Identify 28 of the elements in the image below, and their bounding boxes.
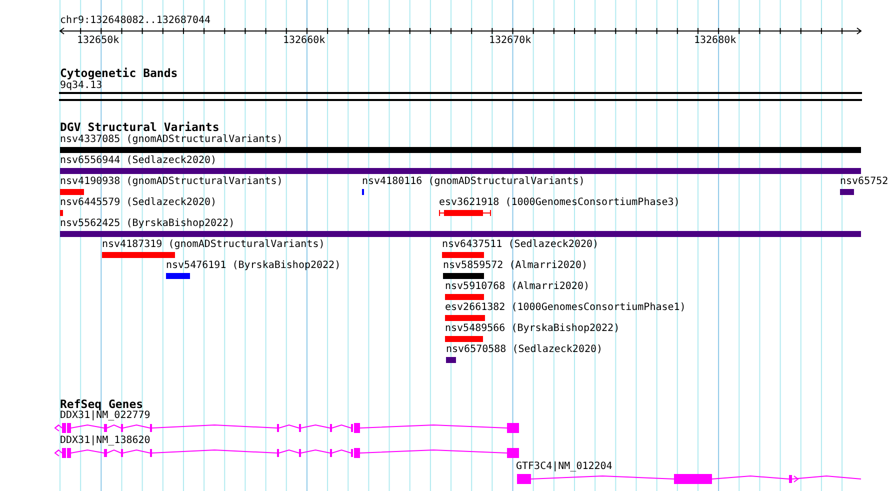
tick-label: 132670k: [489, 35, 532, 47]
variant-label: nsv5859572 (Almarri2020): [443, 260, 588, 272]
variant-label: nsv6445579 (Sedlazeck2020): [60, 197, 217, 209]
variant-label: nsv5562425 (ByrskaBishop2022): [60, 218, 235, 230]
variant-label: nsv5476191 (ByrskaBishop2022): [166, 260, 341, 272]
variant-label: nsv65752: [840, 176, 888, 188]
band-label: 9q34.13: [60, 80, 102, 92]
transcript-label: GTF3C4|NM_012204: [516, 461, 612, 473]
tick-label: 132680k: [694, 35, 736, 47]
transcript-label: DDX31|NM_022779: [60, 410, 150, 422]
variant-label: esv3621918 (1000GenomesConsortiumPhase3): [439, 197, 680, 209]
variant-label: nsv4180116 (gnomADStructuralVariants): [362, 176, 585, 188]
transcript-label: DDX31|NM_138620: [60, 435, 150, 447]
tick-label: 132660k: [283, 35, 326, 47]
track-title: DGV Structural Variants: [60, 121, 220, 133]
variant-label: nsv5489566 (ByrskaBishop2022): [445, 323, 620, 335]
track-title: RefSeq Genes: [60, 398, 144, 410]
variant-label: nsv4187319 (gnomADStructuralVariants): [102, 239, 325, 251]
variant-label: esv2661382 (1000GenomesConsortiumPhase1): [445, 302, 686, 314]
variant-label: nsv6556944 (Sedlazeck2020): [60, 155, 217, 167]
variant-label: nsv5910768 (Almarri2020): [445, 281, 590, 293]
track-title: Cytogenetic Bands: [60, 67, 178, 79]
variant-label: nsv6437511 (Sedlazeck2020): [442, 239, 599, 251]
variant-label: nsv4337085 (gnomADStructuralVariants): [60, 134, 283, 146]
variant-label: nsv4190938 (gnomADStructuralVariants): [60, 176, 283, 188]
variant-label: nsv6570588 (Sedlazeck2020): [446, 344, 603, 356]
tick-label: 132650k: [77, 35, 120, 47]
locus-label: chr9:132648082..132687044: [60, 15, 211, 27]
